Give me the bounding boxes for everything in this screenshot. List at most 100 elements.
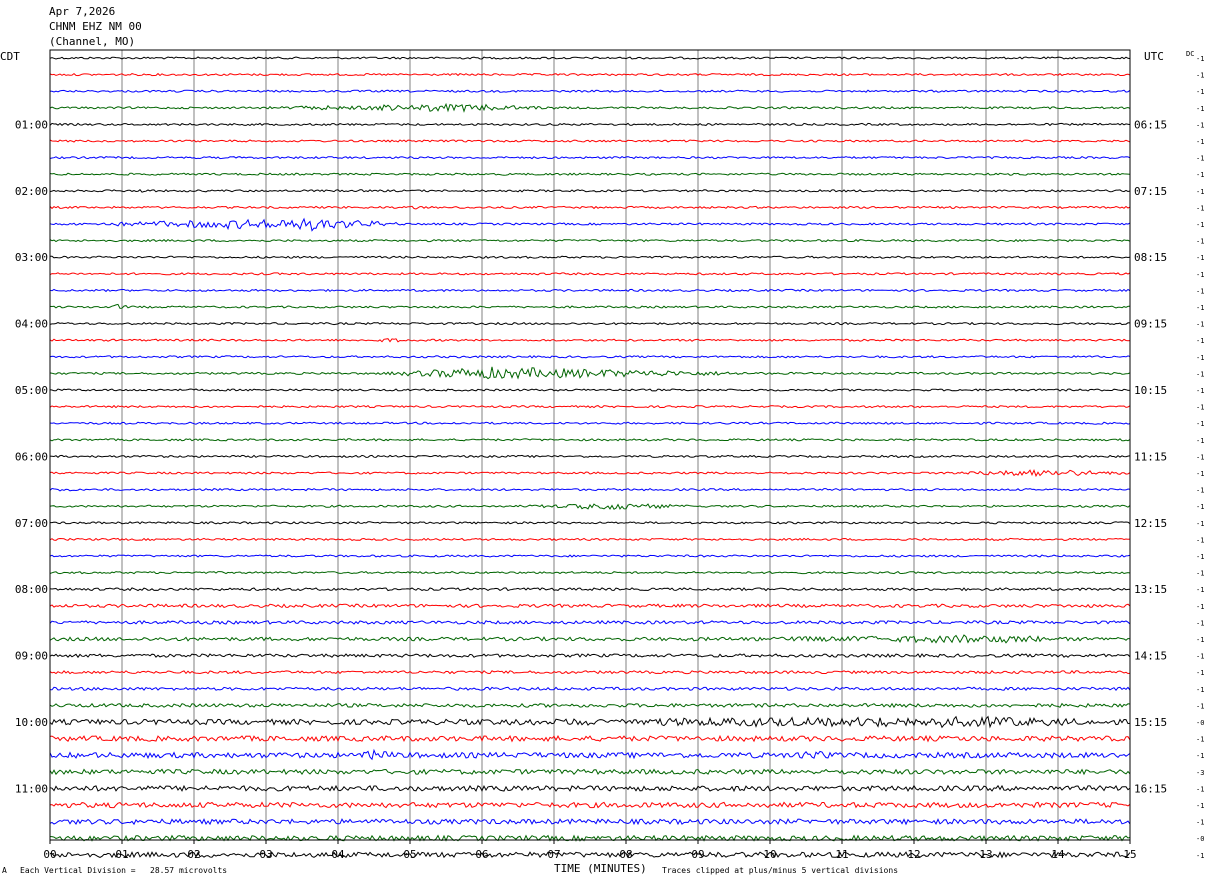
- clip-note: Traces clipped at plus/minus 5 vertical …: [662, 866, 899, 875]
- x-tick-label: 03: [259, 848, 272, 861]
- dc-offset-value: -1: [1196, 520, 1204, 528]
- seismic-trace: [49, 355, 1131, 359]
- seismic-trace: [49, 702, 1131, 709]
- right-hour-label: 12:15: [1134, 517, 1167, 530]
- x-tick-label: 15: [1123, 848, 1136, 861]
- dc-offset-value: -1: [1196, 503, 1204, 511]
- dc-offset-value: -1: [1196, 171, 1204, 179]
- dc-header: DC: [1186, 50, 1194, 58]
- footer-mark: A: [2, 866, 7, 875]
- dc-offset-value: -1: [1196, 387, 1204, 395]
- dc-offset-value: -1: [1196, 204, 1204, 212]
- left-hour-label: 05:00: [15, 384, 48, 397]
- dc-offset-value: -1: [1196, 155, 1204, 163]
- right-hour-label: 11:15: [1134, 450, 1167, 463]
- seismic-trace: [49, 188, 1131, 193]
- dc-offset-value: -1: [1196, 271, 1204, 279]
- x-tick-label: 00: [43, 848, 56, 861]
- local-time-labels: CDT 01:00 02:00 03:00 04:00 05:00 06:00 07:00 0…: [0, 50, 48, 795]
- dc-offset-value: -1: [1196, 852, 1204, 860]
- dc-offset-value: -1: [1196, 238, 1204, 246]
- seismic-trace: [49, 503, 1131, 510]
- seismic-trace: [50, 255, 1131, 259]
- utc-time-labels: UTC 06:15 07:15 08:15 09:15 10:15 11:15 12:15 1…: [1134, 50, 1167, 795]
- left-hour-label: 10:00: [15, 716, 48, 729]
- dc-offset-value: -1: [1196, 337, 1204, 345]
- right-hour-label: 09:15: [1134, 318, 1167, 331]
- seismic-trace: [49, 748, 1131, 761]
- helicorder-plot: CDT 01:00 02:00 03:00 04:00 05:00 06:00 07:00 0…: [0, 49, 1204, 861]
- x-tick-label: 01: [115, 848, 128, 861]
- left-hour-label: 02:00: [15, 185, 48, 198]
- dc-offset-value: -0: [1196, 835, 1204, 843]
- dc-offset-value: -1: [1196, 619, 1204, 627]
- dc-offset-value: -1: [1196, 653, 1204, 661]
- dc-offset-value: -1: [1196, 254, 1204, 262]
- seismic-trace: [49, 537, 1131, 542]
- seismic-trace: [49, 653, 1131, 659]
- seismic-trace: [49, 784, 1131, 793]
- seismic-trace: [49, 686, 1131, 692]
- dc-offset-value: -1: [1196, 736, 1204, 744]
- seismic-trace: [49, 487, 1131, 492]
- seismic-trace: [49, 438, 1131, 442]
- seismic-trace: [49, 421, 1131, 425]
- dc-offset-value: -1: [1196, 536, 1204, 544]
- right-hour-label: 06:15: [1134, 118, 1167, 131]
- seismic-trace: [49, 102, 1131, 113]
- left-hour-label: 04:00: [15, 318, 48, 331]
- dc-offset-value: -1: [1196, 636, 1204, 644]
- dc-offset-value: -1: [1196, 221, 1204, 229]
- dc-offset-value: -1: [1196, 702, 1204, 710]
- seismic-trace: [49, 155, 1131, 160]
- right-hour-label: 15:15: [1134, 716, 1167, 729]
- seismic-trace: [49, 72, 1131, 77]
- dc-offset-value: -1: [1196, 487, 1204, 495]
- right-hour-label: 07:15: [1134, 185, 1167, 198]
- dc-offset-value: -1: [1196, 470, 1204, 478]
- x-tick-label: 09: [691, 848, 704, 861]
- seismic-trace: [49, 603, 1131, 609]
- dc-offset-value: -1: [1196, 437, 1204, 445]
- left-hour-label: 01:00: [15, 118, 48, 131]
- x-tick-label: 10: [763, 848, 776, 861]
- x-tick-label: 02: [187, 848, 200, 861]
- seismic-trace: [49, 715, 1131, 729]
- seismic-trace: [49, 454, 1131, 459]
- seismic-trace: [49, 851, 1131, 859]
- seismic-trace: [49, 801, 1131, 809]
- seismic-trace: [49, 56, 1131, 60]
- dc-offset-value: -1: [1196, 321, 1204, 329]
- x-tick-label: 11: [835, 848, 848, 861]
- left-hour-label: 08:00: [15, 583, 48, 596]
- seismic-trace: [49, 818, 1131, 826]
- seismic-trace: [49, 122, 1131, 127]
- dc-offset-value: -1: [1196, 420, 1204, 428]
- x-tick-label: 04: [331, 848, 345, 861]
- right-hour-label: 10:15: [1134, 384, 1167, 397]
- seismic-trace: [49, 321, 1131, 326]
- dc-offset-value: -1: [1196, 453, 1204, 461]
- dc-offset-value: -1: [1196, 287, 1204, 295]
- x-tick-label: 06: [475, 848, 488, 861]
- dc-offset-value: -1: [1196, 669, 1204, 677]
- seismic-trace: [49, 139, 1131, 143]
- seismic-trace: [49, 338, 1131, 343]
- seismic-trace: [49, 620, 1131, 625]
- seismic-trace: [49, 670, 1131, 675]
- dc-offset-value: -1: [1196, 819, 1204, 827]
- right-hour-label: 08:15: [1134, 251, 1167, 264]
- seismic-trace: [49, 734, 1131, 743]
- dc-offset-value: -1: [1196, 105, 1204, 113]
- seismic-trace: [49, 388, 1131, 392]
- dc-offset-value: -1: [1196, 138, 1204, 146]
- dc-offset-value: -3: [1196, 769, 1204, 777]
- dc-offset-value: -0: [1196, 719, 1204, 727]
- seismic-trace: [49, 172, 1131, 176]
- left-hour-label: 07:00: [15, 517, 48, 530]
- right-hour-label: 14:15: [1134, 650, 1167, 663]
- seismic-trace: [49, 89, 1131, 93]
- left-hour-label: 06:00: [15, 450, 48, 463]
- x-axis-ticks: 00 01 02 03 04 05 06 07 08 09 10 11 12 13 14 15: [43, 840, 1137, 861]
- dc-offset-value: -1: [1196, 370, 1204, 378]
